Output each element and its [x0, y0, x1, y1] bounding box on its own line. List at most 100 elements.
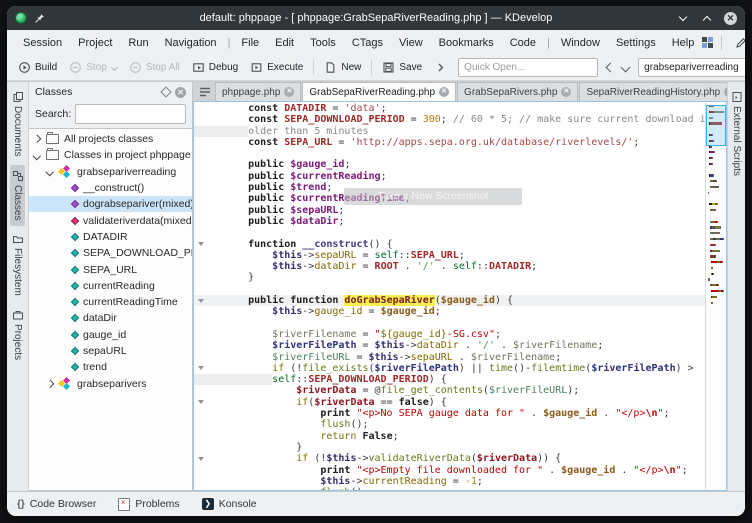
fold-arrow-icon[interactable] [198, 366, 204, 370]
statusbar-konsole[interactable]: ❯Konsole [202, 498, 257, 510]
code-line[interactable]: public $sepaURL; [194, 205, 708, 216]
code-line[interactable]: flush(); [194, 487, 708, 490]
tab-close-icon[interactable]: ✕ [439, 87, 449, 97]
code-line[interactable]: public function doGrabSepaRiver($gauge_i… [194, 295, 708, 306]
menu-tools[interactable]: Tools [302, 34, 344, 52]
expander-icon[interactable] [46, 381, 54, 387]
code-line[interactable]: $riverFileURL = $this->sepaURL . $riverF… [194, 352, 708, 363]
dock-tab-classes[interactable]: Classes [10, 165, 25, 227]
maximize-button[interactable] [700, 11, 714, 25]
code-line[interactable]: $this->sepaURL = self::SEPA_URL; [194, 250, 708, 261]
code-line[interactable]: if($riverData == false) { [194, 397, 708, 408]
code-line[interactable]: if (!file_exists($riverFilePath) || time… [194, 363, 708, 374]
code-line[interactable]: } [194, 272, 708, 283]
expander-icon[interactable] [46, 169, 54, 175]
close-button[interactable]: ✕ [724, 12, 737, 25]
code-line[interactable] [194, 227, 708, 238]
nav-back-icon[interactable] [606, 63, 616, 73]
fold-arrow-icon[interactable] [198, 457, 204, 461]
fold-arrow-icon[interactable] [198, 400, 204, 404]
tree-item-currentreading[interactable]: currentReading [29, 278, 192, 294]
stop-all-button[interactable]: Stop All [124, 58, 185, 77]
code-line[interactable]: public $dataDir; [194, 216, 708, 227]
tree-item-trend[interactable]: trend [29, 359, 192, 375]
expander-icon[interactable] [33, 136, 41, 142]
code-line[interactable]: older than 5 minutes [194, 126, 708, 137]
menu-project[interactable]: Project [70, 34, 120, 52]
tab-close-icon[interactable]: ✕ [284, 87, 294, 97]
code-line[interactable]: public $gauge_id; [194, 159, 708, 170]
statusbar-problems[interactable]: Problems [118, 498, 179, 511]
tree-item-all-projects-classes[interactable]: All projects classes [29, 131, 192, 147]
expander-icon[interactable] [33, 153, 41, 159]
code-line[interactable]: print "<p>Empty file downloaded for " . … [194, 465, 708, 476]
tree-item-datadir[interactable]: dataDir [29, 310, 192, 326]
code-line[interactable]: $this->currentReading = -1; [194, 476, 708, 487]
menu-session[interactable]: Session [15, 34, 70, 52]
editor-tab-phppage-php[interactable]: phppage.php✕ [215, 82, 301, 101]
code-line[interactable]: self::SEPA_DOWNLOAD_PERIOD) { [194, 374, 708, 385]
minimap-viewport[interactable] [706, 105, 726, 146]
titlebar[interactable]: default: phppage - [ phppage:GrabSepaRiv… [7, 6, 745, 30]
code-line[interactable]: if (!$this->validateRiverData($riverData… [194, 453, 708, 464]
fold-arrow-icon[interactable] [198, 299, 204, 303]
dock-tab-external-scripts[interactable]: External Scripts [729, 86, 744, 182]
tree-item-datadir[interactable]: DATADIR [29, 229, 192, 245]
code-line[interactable]: flush(); [194, 419, 708, 430]
fold-arrow-icon[interactable] [198, 242, 204, 246]
execute-button[interactable]: Execute [245, 58, 308, 77]
code-line[interactable]: print "<p>No SEPA gauge data for " . $ga… [194, 408, 708, 419]
tab-close-icon[interactable]: ✕ [561, 87, 571, 97]
menu-help[interactable]: Help [664, 34, 703, 52]
menu-edit[interactable]: Edit [267, 34, 302, 52]
save-button[interactable]: Save [377, 58, 427, 77]
tree-item-construct[interactable]: __construct() [29, 180, 192, 196]
menu-navigation[interactable]: Navigation [157, 34, 225, 52]
code-line[interactable]: $riverFilePath = $this->dataDir . '/' . … [194, 340, 708, 351]
code-line[interactable]: $riverFilename = "${gauge_id}-SG.csv"; [194, 329, 708, 340]
nav-dropdown-icon[interactable] [621, 63, 631, 73]
code-line[interactable] [194, 148, 708, 159]
code-line[interactable]: $riverData = @file_get_contents($riverFi… [194, 385, 708, 396]
quick-open-input[interactable] [458, 58, 598, 77]
tree-item-dograbsepariver-mixed[interactable]: dograbsepariver(mixed) [29, 196, 192, 212]
code-line[interactable]: const SEPA_DOWNLOAD_PERIOD = 300; // 60 … [194, 114, 708, 125]
tree-item-sepa-download-period[interactable]: SEPA_DOWNLOAD_PERIOD [29, 245, 192, 261]
tree-item-gauge-id[interactable]: gauge_id [29, 327, 192, 343]
code-line[interactable]: } [194, 442, 708, 453]
tree-item-sepaurl[interactable]: sepaURL [29, 343, 192, 359]
code-line[interactable]: function __construct() { [194, 239, 708, 250]
menu-settings[interactable]: Settings [608, 34, 664, 52]
dock-tab-documents[interactable]: Documents [10, 86, 25, 163]
code-line[interactable] [194, 284, 708, 295]
panel-close-icon[interactable]: ✕ [175, 87, 186, 98]
classes-search-input[interactable] [75, 104, 186, 124]
code-line[interactable]: return False; [194, 431, 708, 442]
code-line[interactable]: $this->gauge_id = $gauge_id; [194, 306, 708, 317]
tree-item-grabsepariverreading[interactable]: grabsepariverreading [29, 164, 192, 180]
code-line[interactable]: public $currentReading; [194, 171, 708, 182]
panel-float-icon[interactable] [160, 86, 171, 97]
menu-run[interactable]: Run [120, 34, 156, 52]
editor-tab-grabsepariverreading-php[interactable]: GrabSepaRiverReading.php✕ [302, 82, 456, 101]
area-code-button[interactable]: Code [730, 35, 745, 51]
tree-item-sepa-url[interactable]: SEPA_URL [29, 261, 192, 277]
editor-tab-separiverreadinghistory-php[interactable]: SepaRiverReadingHistory.php✕ [579, 82, 741, 101]
dock-tab-filesystem[interactable]: Filesystem [10, 228, 25, 302]
stop-button[interactable]: Stop [64, 58, 122, 77]
tree-item-classes-in-project-phppage[interactable]: Classes in project phppage [29, 147, 192, 163]
dock-tab-projects[interactable]: Projects [10, 304, 25, 366]
code-editor[interactable]: const DATADIR = 'data'; const SEPA_DOWNL… [193, 101, 727, 491]
code-line[interactable]: const SEPA_URL = 'http://apps.sepa.org.u… [194, 137, 708, 148]
new-button[interactable]: New [319, 58, 366, 77]
editor-tab-grabseparivers-php[interactable]: GrabSepaRivers.php✕ [457, 82, 578, 101]
menu-file[interactable]: File [233, 34, 267, 52]
tree-item-currentreadingtime[interactable]: currentReadingTime [29, 294, 192, 310]
menu-window[interactable]: Window [553, 34, 608, 52]
search-input[interactable] [638, 58, 745, 77]
minimap-scrollbar[interactable] [705, 103, 726, 490]
menu-ctags[interactable]: CTags [344, 34, 391, 52]
statusbar-code-browser[interactable]: {}Code Browser [17, 498, 96, 510]
debug-button[interactable]: Debug [187, 58, 243, 77]
tree-item-validateriverdata-mixed[interactable]: validateriverdata(mixed) [29, 212, 192, 228]
